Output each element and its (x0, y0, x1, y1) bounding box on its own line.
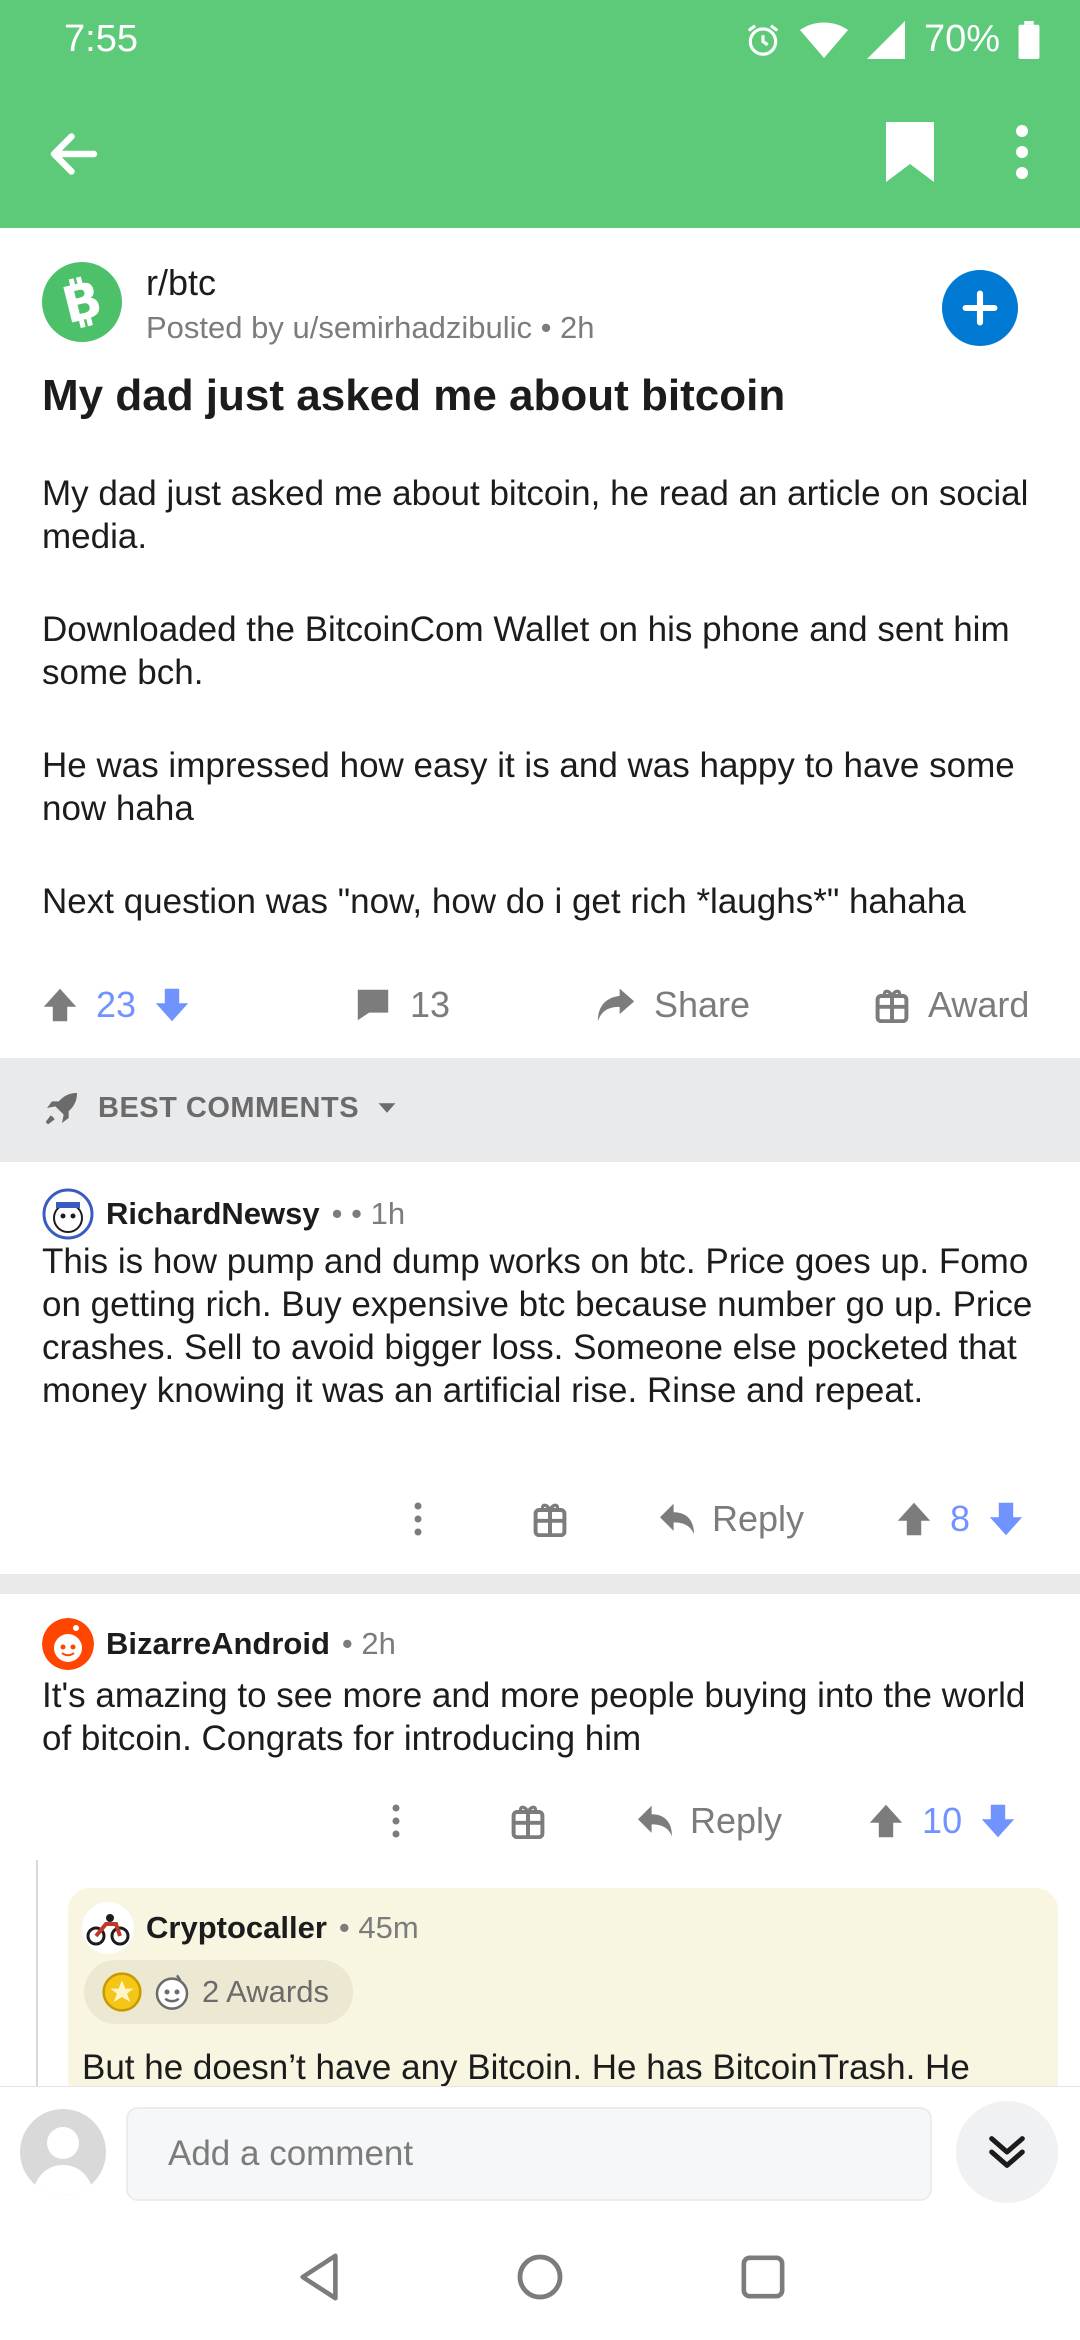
sort-selector[interactable]: BEST COMMENTS (42, 1088, 399, 1128)
double-chevron-down-icon (989, 2136, 1025, 2168)
comment-meta: • 2h (341, 1626, 396, 1661)
comment: BizarreAndroid • 2h It's amazing to see … (0, 1594, 1080, 1874)
post-body: My dad just asked me about bitcoin, he r… (42, 472, 1042, 973)
alarm-icon (747, 23, 779, 56)
plus-icon (962, 290, 998, 326)
battery-percent: 70% (923, 18, 1000, 60)
upvote-icon[interactable] (42, 987, 78, 1023)
comment-header: Cryptocaller • 45m (82, 1902, 419, 1954)
post-title: My dad just asked me about bitcoin (42, 371, 786, 420)
upvote-icon[interactable] (868, 1803, 904, 1839)
post-meta[interactable]: Posted by u/semirhadzibulic • 2h (146, 310, 595, 346)
status-bar: 7:55 70% (0, 0, 1080, 80)
user-placeholder-icon (32, 2127, 94, 2195)
bitcoin-logo-icon: B (57, 272, 108, 332)
reply-icon (638, 1805, 672, 1837)
app-bar (0, 100, 1080, 204)
post-vote-count: 23 (96, 984, 137, 1025)
reply-label: Reply (690, 1800, 783, 1841)
more-options-icon[interactable] (390, 1803, 402, 1839)
awards-count: 2 Awards (202, 1974, 329, 2009)
join-button[interactable] (942, 270, 1018, 346)
comment: RichardNewsy • • 1h This is how pump and… (0, 1162, 1080, 1572)
bookmark-icon[interactable] (886, 122, 934, 182)
status-icons: 70% (744, 18, 1040, 61)
post-action-bar: 23 13 Share Award (0, 962, 1080, 1048)
comment-composer: Add a comment (0, 2086, 1080, 2214)
reply-button[interactable]: Reply (636, 1800, 782, 1842)
comment-body: It's amazing to see more and more people… (42, 1676, 1026, 1758)
avatar[interactable] (42, 1188, 94, 1240)
battery-icon (1018, 20, 1040, 59)
comment-vote-count: 10 (922, 1800, 963, 1841)
gift-icon[interactable] (510, 1803, 546, 1839)
gold-award-icon (102, 1972, 142, 2012)
comment-count: 13 (410, 984, 451, 1025)
share-icon (597, 988, 635, 1022)
sort-label: BEST COMMENTS (98, 1091, 360, 1124)
snoo-avatar-icon (42, 1618, 94, 1670)
post-paragraph: Downloaded the BitcoinCom Wallet on his … (42, 610, 1010, 692)
back-arrow-icon[interactable] (44, 124, 104, 184)
post-paragraph: My dad just asked me about bitcoin, he r… (42, 474, 1029, 556)
snoo-avatar-icon (42, 1188, 94, 1240)
gift-icon[interactable] (532, 1501, 568, 1537)
app-header: 7:55 70% (0, 0, 1080, 228)
chevron-down-icon (378, 1103, 396, 1113)
upvote-icon[interactable] (896, 1501, 932, 1537)
rocket-icon (45, 1093, 77, 1125)
system-navigation-bar (0, 2214, 1080, 2340)
motorcycle-avatar-icon (82, 1902, 134, 1954)
comment-actions: Reply 8 (400, 1484, 1024, 1554)
thread-line (36, 1860, 38, 2090)
wholesome-award-icon (155, 1974, 189, 2010)
more-options-icon[interactable] (1004, 122, 1040, 182)
comment-header: BizarreAndroid • 2h (42, 1618, 396, 1670)
avatar[interactable] (42, 1618, 94, 1670)
comment-username[interactable]: BizarreAndroid (106, 1626, 330, 1662)
reply-label: Reply (712, 1498, 805, 1539)
comment-divider (0, 1574, 1080, 1594)
avatar[interactable] (82, 1902, 134, 1954)
comment-header: RichardNewsy • • 1h (42, 1188, 405, 1240)
share-button[interactable]: Share (596, 962, 750, 1048)
post-paragraph: He was impressed how easy it is and was … (42, 746, 1015, 828)
signal-icon (866, 20, 905, 59)
reply-button[interactable]: Reply (658, 1498, 804, 1540)
post-vote-group: 23 (42, 962, 190, 1048)
avatar[interactable] (20, 2109, 106, 2195)
comments-button[interactable]: 13 (354, 962, 450, 1048)
gift-icon (875, 989, 909, 1023)
status-time: 7:55 (64, 18, 138, 60)
nav-recents-icon[interactable] (740, 2252, 786, 2302)
downvote-icon[interactable] (154, 987, 190, 1023)
reply-icon (660, 1503, 694, 1535)
subreddit-avatar[interactable]: B (42, 262, 122, 342)
comment-sort-bar[interactable]: BEST COMMENTS (0, 1058, 1080, 1162)
comment-actions: Reply 10 (380, 1786, 1016, 1856)
comment-username[interactable]: Cryptocaller (146, 1910, 327, 1946)
comment-username[interactable]: RichardNewsy (106, 1196, 320, 1232)
downvote-icon[interactable] (980, 1803, 1016, 1839)
awards-badge[interactable]: 2 Awards (84, 1960, 353, 2024)
comment-meta: • 45m (338, 1910, 419, 1945)
award-label: Award (928, 984, 1030, 1025)
nav-home-icon[interactable] (516, 2252, 564, 2302)
award-button[interactable]: Award (874, 962, 1029, 1048)
nav-back-icon[interactable] (296, 2252, 344, 2302)
next-comment-button[interactable] (956, 2101, 1058, 2203)
wifi-icon (799, 22, 848, 58)
downvote-icon[interactable] (988, 1501, 1024, 1537)
comment-icon (357, 989, 389, 1021)
subreddit-name[interactable]: r/btc (146, 262, 216, 304)
share-label: Share (654, 984, 751, 1025)
more-options-icon[interactable] (412, 1501, 424, 1537)
comment-meta: • • 1h (331, 1196, 406, 1231)
add-comment-placeholder: Add a comment (168, 2134, 414, 2173)
post-paragraph: Next question was "now, how do i get ric… (42, 882, 966, 921)
comment-body: This is how pump and dump works on btc. … (42, 1242, 1033, 1410)
add-comment-input[interactable]: Add a comment (126, 2107, 932, 2201)
comment-vote-count: 8 (950, 1498, 971, 1539)
